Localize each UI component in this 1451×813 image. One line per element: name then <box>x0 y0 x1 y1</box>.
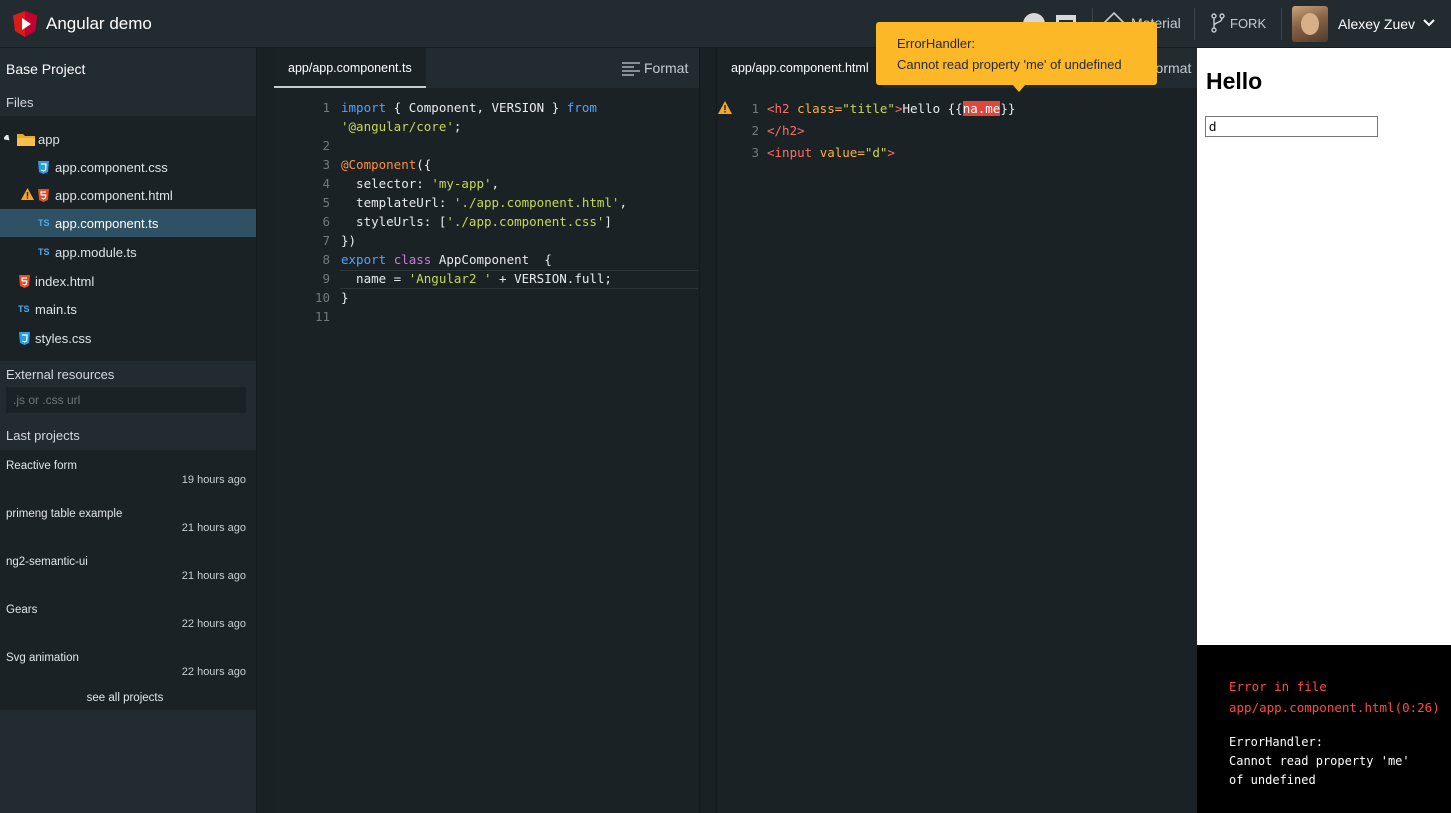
caret-down-icon[interactable] <box>4 135 12 143</box>
error-handler-label: ErrorHandler: <box>1229 735 1323 749</box>
tab-app-component-ts[interactable]: app/app.component.ts <box>274 48 426 88</box>
project-time: 22 hours ago <box>181 666 246 678</box>
ts-file-icon: TS <box>38 218 50 228</box>
error-message-line: of undefined <box>1229 773 1316 787</box>
tree-item-app-component-css[interactable]: app.component.css <box>0 153 256 181</box>
project-time: 21 hours ago <box>181 522 246 534</box>
css-file-icon <box>19 332 30 345</box>
app-title[interactable]: Angular demo <box>46 14 152 34</box>
project-name: ng2-semantic-ui <box>6 556 88 568</box>
preview-pane: Hello <box>1197 48 1451 645</box>
ts-file-icon: TS <box>38 247 50 257</box>
tree-item-label: app.module.ts <box>55 245 137 260</box>
project-title[interactable]: Base Project <box>6 61 85 77</box>
html-editor-pane: app/app.component.html Format <box>717 48 1197 813</box>
tree-item-app-component-ts[interactable]: TS app.component.ts <box>0 209 256 237</box>
user-name[interactable]: Alexey Zuev <box>1338 16 1415 32</box>
project-name: Svg animation <box>6 652 79 664</box>
tree-item-app-folder[interactable]: app <box>0 125 256 153</box>
html-file-icon <box>19 275 30 288</box>
tree-item-label: app.component.html <box>55 188 173 203</box>
error-panel: Error in file app/app.component.html(0:2… <box>1197 645 1451 813</box>
tree-item-label: styles.css <box>35 331 92 346</box>
sidebar-resize-handle[interactable] <box>256 48 274 813</box>
ts-editor-pane: app/app.component.ts Format <box>274 48 699 813</box>
project-item[interactable]: primeng table example 21 hours ago <box>0 498 256 546</box>
chevron-down-icon[interactable] <box>1422 16 1436 30</box>
warning-icon <box>21 188 34 200</box>
project-time: 22 hours ago <box>181 618 246 630</box>
project-item[interactable]: Reactive form 19 hours ago <box>0 450 256 498</box>
warning-icon[interactable] <box>718 101 732 114</box>
top-bar: Angular demo Material FORK Alexey Zuev <box>0 0 1451 48</box>
project-item[interactable]: Svg animation 22 hours ago <box>0 642 256 690</box>
tree-item-label: index.html <box>35 274 95 289</box>
header-divider <box>1281 8 1282 40</box>
file-tree: app app.component.css app.component.html… <box>0 116 256 361</box>
tooltip-title: ErrorHandler: <box>897 36 976 51</box>
preview-heading: Hello <box>1206 68 1263 94</box>
error-title: Error in file <box>1229 679 1327 694</box>
error-file: app/app.component.html(0:26) <box>1229 700 1440 715</box>
tooltip-message: Cannot read property 'me' of undefined <box>897 57 1122 72</box>
see-all-projects-link[interactable]: see all projects <box>0 692 250 704</box>
editor-tab-bar: app/app.component.ts Format <box>274 48 699 88</box>
external-resource-input[interactable] <box>6 387 246 413</box>
files-section-title: Files <box>6 95 34 110</box>
tree-item-app-component-html[interactable]: app.component.html <box>0 181 256 209</box>
project-item[interactable]: ng2-semantic-ui 21 hours ago <box>0 546 256 594</box>
project-name: Gears <box>6 604 38 616</box>
last-projects-list: Reactive form 19 hours ago primeng table… <box>0 450 256 710</box>
angular-logo-icon[interactable] <box>12 10 38 38</box>
external-resources-title: External resources <box>6 367 115 382</box>
error-message-line: Cannot read property 'me' <box>1229 754 1410 768</box>
tree-item-label: app <box>38 132 60 147</box>
fork-icon[interactable] <box>1211 13 1225 33</box>
css-file-icon <box>38 161 49 174</box>
tab-app-component-html[interactable]: app/app.component.html <box>717 48 883 88</box>
fork-button[interactable]: FORK <box>1230 16 1266 31</box>
tree-item-label: app.component.css <box>55 160 168 175</box>
tree-item-main-ts[interactable]: TS main.ts <box>0 295 256 323</box>
project-name: primeng table example <box>6 508 123 520</box>
project-name: Reactive form <box>6 460 77 472</box>
tree-item-app-module-ts[interactable]: TS app.module.ts <box>0 238 256 266</box>
preview-input[interactable] <box>1205 116 1378 137</box>
project-item[interactable]: Gears 22 hours ago <box>0 594 256 642</box>
tree-item-label: main.ts <box>35 302 77 317</box>
tree-item-label: app.component.ts <box>55 216 159 231</box>
html-file-icon <box>38 189 49 202</box>
folder-icon <box>17 134 35 146</box>
ts-file-icon: TS <box>18 304 30 314</box>
tree-item-styles-css[interactable]: styles.css <box>0 324 256 352</box>
sidebar: Base Project Files app app.component.css… <box>0 48 256 813</box>
editor-resize-handle[interactable] <box>699 48 717 813</box>
header-divider <box>1194 8 1195 40</box>
format-lines-icon <box>622 62 640 76</box>
tree-item-index-html[interactable]: index.html <box>0 267 256 295</box>
project-time: 19 hours ago <box>181 474 246 486</box>
format-label: Format <box>644 60 689 76</box>
last-projects-title: Last projects <box>6 428 80 443</box>
error-tooltip: ErrorHandler: Cannot read property 'me' … <box>876 22 1157 92</box>
project-time: 21 hours ago <box>181 570 246 582</box>
user-avatar[interactable] <box>1292 6 1328 42</box>
